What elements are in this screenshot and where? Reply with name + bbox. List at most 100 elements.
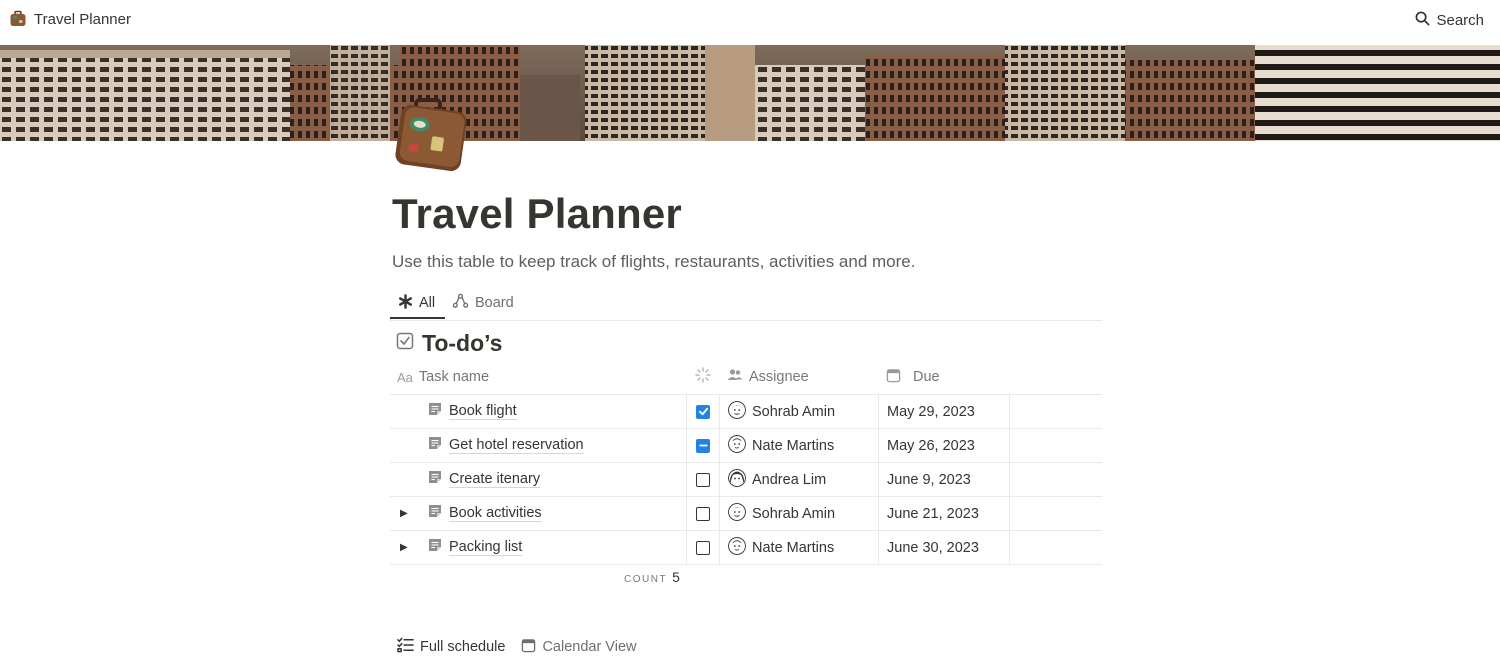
tab-board-label: Board [475,295,514,311]
text-property-icon: Aa [397,369,413,385]
table-row[interactable]: Get hotel reservation Nate Martins May 2… [390,429,1102,463]
search-button[interactable]: Search [1415,9,1484,31]
due-cell[interactable]: June 30, 2023 [878,531,1009,564]
column-header-task-name[interactable]: Aa Task name [390,360,686,394]
table-row[interactable]: ▶ Book activities Sohrab Amin June 21, 2… [390,497,1102,531]
due-date: May 26, 2023 [887,437,975,454]
task-name-cell[interactable]: Create itenary [390,463,686,496]
task-name[interactable]: Get hotel reservation [449,437,584,454]
avatar [728,468,746,491]
extra-cell [1009,429,1102,462]
status-checkbox[interactable] [696,438,710,453]
status-cell[interactable] [686,531,719,564]
tab-board[interactable]: Board [452,290,514,316]
checklist-icon [397,637,414,657]
status-checkbox[interactable] [696,404,710,419]
due-cell[interactable]: May 26, 2023 [878,429,1009,462]
tab-calendar-view-label: Calendar View [542,639,637,655]
assignee-name: Sohrab Amin [752,505,836,522]
todo-table: Aa Task name Assignee Due Book flight So… [390,360,1102,565]
status-checkbox[interactable] [696,540,710,555]
board-icon [452,293,469,314]
table-row[interactable]: Book flight Sohrab Amin May 29, 2023 [390,395,1102,429]
column-label-due: Due [913,369,940,385]
database-title[interactable]: To-do’s [422,330,502,357]
task-name-cell[interactable]: Book activities [390,497,686,530]
tab-all-label: All [419,295,436,311]
page-icon [428,402,442,421]
tab-full-schedule-label: Full schedule [420,639,506,655]
assignee-cell[interactable]: Sohrab Amin [719,395,878,428]
count-label: COUNT [624,574,668,585]
suitcase-icon [9,10,27,28]
count-summary[interactable]: COUNT 5 [624,569,680,585]
active-tab-indicator [390,317,445,319]
search-label: Search [1436,11,1484,29]
status-cell[interactable] [686,463,719,496]
page-icon [428,436,442,455]
bottom-view-tabs: Full schedule Calendar View [397,637,636,657]
calendar-icon [886,368,901,387]
extra-cell [1009,531,1102,564]
assignee-name: Andrea Lim [752,471,827,488]
page-title: Travel Planner [392,190,682,237]
task-name-cell[interactable]: Get hotel reservation [390,429,686,462]
column-header-due[interactable]: Due [878,360,1009,394]
column-header-assignee[interactable]: Assignee [719,360,878,394]
status-checkbox[interactable] [696,506,710,521]
avatar [728,536,746,559]
assignee-name: Sohrab Amin [752,403,836,420]
people-icon [727,368,743,386]
extra-cell [1009,497,1102,530]
assignee-name: Nate Martins [752,539,835,556]
due-date: June 30, 2023 [887,539,979,556]
due-date: June 9, 2023 [887,471,971,488]
tab-calendar-view[interactable]: Calendar View [521,637,636,657]
status-cell[interactable] [686,429,719,462]
tab-all[interactable]: All [398,290,435,316]
tab-full-schedule[interactable]: Full schedule [397,637,505,657]
avatar [728,502,746,525]
task-name[interactable]: Book activities [449,505,542,522]
count-value: 5 [672,569,680,585]
table-row[interactable]: Create itenary Andrea Lim June 9, 2023 [390,463,1102,497]
due-date: May 29, 2023 [887,403,975,420]
column-label-task-name: Task name [418,369,490,385]
due-date: June 21, 2023 [887,505,979,522]
calendar-icon [521,638,536,657]
page-icon [428,504,442,523]
cover-image [0,45,1500,141]
table-header: Aa Task name Assignee Due [390,360,1102,395]
status-icon [694,367,711,387]
task-name-cell[interactable]: Book flight [390,395,686,428]
status-checkbox[interactable] [696,472,710,487]
page-description: Use this table to keep track of flights,… [392,252,916,271]
column-label-assignee: Assignee [749,369,809,385]
assignee-cell[interactable]: Sohrab Amin [719,497,878,530]
task-name-cell[interactable]: Packing list [390,531,686,564]
page-icon [428,538,442,557]
assignee-cell[interactable]: Nate Martins [719,531,878,564]
avatar [728,434,746,457]
asterisk-icon [398,293,413,313]
page-icon [428,470,442,489]
table-row[interactable]: ▶ Packing list Nate Martins June 30, 202… [390,531,1102,565]
search-icon [1415,11,1430,30]
task-name[interactable]: Book flight [449,403,517,420]
database-title-row: To-do’s [396,330,502,357]
checkbox-icon [396,332,414,355]
task-name[interactable]: Create itenary [449,471,541,488]
due-cell[interactable]: May 29, 2023 [878,395,1009,428]
column-header-status[interactable] [686,360,719,394]
column-header-extra [1009,360,1102,394]
assignee-cell[interactable]: Nate Martins [719,429,878,462]
due-cell[interactable]: June 9, 2023 [878,463,1009,496]
task-name[interactable]: Packing list [449,539,523,556]
top-bar: Travel Planner Search [0,0,1500,44]
status-cell[interactable] [686,395,719,428]
assignee-cell[interactable]: Andrea Lim [719,463,878,496]
extra-cell [1009,395,1102,428]
status-cell[interactable] [686,497,719,530]
suitcase-icon [392,96,474,178]
due-cell[interactable]: June 21, 2023 [878,497,1009,530]
